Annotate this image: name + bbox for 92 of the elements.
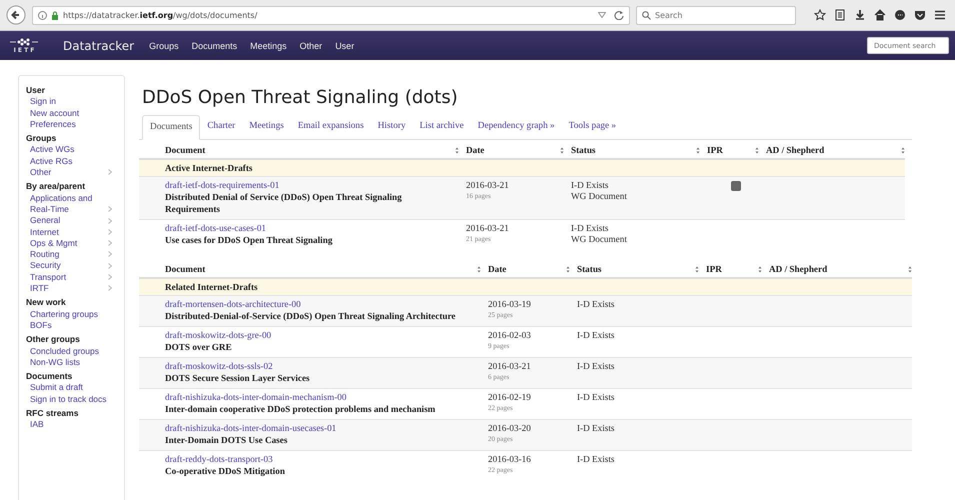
status-text: I-D Exists bbox=[571, 180, 610, 191]
sidebar-link[interactable]: New account bbox=[30, 108, 112, 119]
column-header[interactable]: Status bbox=[571, 145, 596, 155]
nav-link[interactable]: Other bbox=[300, 40, 322, 50]
draft-link[interactable]: draft-nishizuka-dots-inter-domain-mechanism-00 bbox=[165, 392, 477, 403]
sidebar-link[interactable]: General bbox=[30, 215, 108, 227]
date-text: 2016-03-21 bbox=[466, 223, 510, 234]
tab[interactable]: Charter bbox=[200, 115, 242, 139]
column-header[interactable]: IPR bbox=[706, 264, 722, 274]
draft-title: DOTS over GRE bbox=[165, 341, 233, 353]
sidebar-heading: User bbox=[26, 85, 46, 96]
column-header[interactable]: AD / Shepherd bbox=[769, 264, 828, 274]
draft-title: Inter-domain cooperative DDoS protection problems and mechanism bbox=[165, 403, 436, 415]
sidebar-link[interactable]: Routing bbox=[30, 249, 108, 260]
column-header[interactable]: IPR bbox=[707, 145, 723, 155]
draft-title: DOTS Secure Session Layer Services bbox=[165, 372, 311, 384]
tab[interactable]: List archive bbox=[412, 115, 471, 139]
date-text: 2016-03-20 bbox=[488, 423, 532, 434]
draft-title: Use cases for DDoS Open Threat Signaling bbox=[165, 234, 334, 246]
sidebar-link[interactable]: Transport bbox=[30, 272, 108, 284]
tab[interactable]: Email expansions bbox=[290, 115, 371, 139]
draft-title: Distributed Denial of Service (DDoS) Open Threat Signaling Requirements bbox=[165, 191, 403, 215]
date-text: 2016-02-03 bbox=[488, 330, 532, 341]
column-header[interactable]: Document bbox=[165, 145, 206, 155]
brand-link[interactable]: Datatracker bbox=[63, 38, 134, 52]
sidebar-heading: RFC streams bbox=[26, 408, 80, 420]
draft-link[interactable]: draft-mortensen-dots-architecture-00 bbox=[165, 299, 477, 310]
column-header[interactable]: Status bbox=[577, 264, 602, 274]
draft-link[interactable]: draft-nishizuka-dots-inter-domain-usecases-01 bbox=[165, 423, 477, 434]
sidebar-link[interactable]: Other bbox=[30, 167, 108, 178]
status-text: WG Document bbox=[571, 191, 628, 202]
status-text: I-D Exists bbox=[577, 299, 616, 310]
sidebar-link[interactable]: Ops & Mgmt bbox=[30, 238, 108, 250]
sidebar-heading: Groups bbox=[26, 133, 58, 144]
sidebar-link[interactable]: Active WGs bbox=[30, 144, 112, 156]
draft-title: Co-operative DDoS Mitigation bbox=[165, 465, 286, 477]
sidebar-link[interactable]: Active RGs bbox=[30, 156, 112, 168]
tab[interactable]: Documents bbox=[142, 115, 200, 140]
column-header[interactable]: Document bbox=[165, 264, 206, 274]
date-text: 2016-03-21 bbox=[466, 180, 510, 191]
sidebar-heading: By area/parent bbox=[26, 181, 86, 193]
date-text: 2016-02-19 bbox=[488, 392, 532, 403]
nav-link[interactable]: User bbox=[335, 40, 354, 50]
nav-link[interactable]: Groups bbox=[149, 40, 179, 50]
draft-link[interactable]: draft-ietf-dots-requirements-01 bbox=[165, 180, 455, 191]
tab[interactable]: History bbox=[370, 115, 413, 139]
date-text: 2016-03-16 bbox=[488, 454, 532, 465]
draft-link[interactable]: draft-reddy-dots-transport-03 bbox=[165, 454, 477, 465]
nav-link[interactable]: Documents bbox=[192, 40, 238, 50]
draft-link[interactable]: draft-moskowitz-dots-gre-00 bbox=[165, 330, 477, 341]
tab[interactable]: Meetings bbox=[242, 115, 291, 139]
sidebar-link[interactable]: IRTF bbox=[30, 283, 108, 294]
date-text: 2016-03-21 bbox=[488, 361, 532, 372]
sidebar-heading: Documents bbox=[26, 371, 74, 382]
status-text: I-D Exists bbox=[571, 223, 610, 234]
sidebar-link[interactable]: Applications and Real-Time bbox=[30, 192, 108, 216]
sidebar-link[interactable]: BOFs bbox=[30, 320, 112, 332]
sidebar-link[interactable]: Concluded groups bbox=[30, 346, 112, 357]
status-text: I-D Exists bbox=[577, 392, 616, 403]
sidebar-heading: Other groups bbox=[26, 334, 81, 346]
status-text: I-D Exists bbox=[577, 361, 616, 372]
date-text: 2016-03-19 bbox=[488, 299, 532, 310]
sidebar-link[interactable]: IAB bbox=[30, 419, 112, 431]
draft-link[interactable]: draft-moskowitz-dots-ssls-02 bbox=[165, 361, 477, 372]
status-text: WG Document bbox=[571, 234, 628, 245]
page-title: DDoS Open Threat Signaling (dots) bbox=[142, 87, 459, 108]
url-text: https://datatracker.ietf.org/wg/dots/documents/ bbox=[63, 10, 258, 20]
address-bar[interactable]: https://datatracker.ietf.org/wg/dots/documents/ bbox=[32, 6, 630, 24]
status-text: I-D Exists bbox=[577, 423, 616, 434]
nav-link[interactable]: Meetings bbox=[250, 40, 287, 50]
search-field[interactable]: Search bbox=[636, 6, 796, 24]
status-text: I-D Exists bbox=[577, 454, 616, 465]
column-header[interactable]: AD / Shepherd bbox=[766, 145, 824, 155]
column-header[interactable]: Date bbox=[466, 145, 484, 155]
tab[interactable]: Tools page » bbox=[562, 115, 624, 139]
draft-title: Inter-Domain DOTS Use Cases bbox=[165, 434, 288, 446]
sidebar-link[interactable]: Preferences bbox=[30, 118, 112, 130]
section-heading: Active Internet-Drafts bbox=[165, 163, 253, 173]
column-header[interactable]: Date bbox=[488, 264, 506, 274]
sidebar-link[interactable]: Submit a draft bbox=[30, 382, 112, 394]
sidebar-link[interactable]: Non-WG lists bbox=[30, 356, 112, 368]
sidebar-link[interactable]: Security bbox=[30, 260, 108, 272]
sidebar-heading: New work bbox=[26, 297, 67, 309]
sidebar-link[interactable]: Internet bbox=[30, 226, 108, 238]
sidebar-link[interactable]: Sign in to track docs bbox=[30, 394, 112, 406]
sidebar-link[interactable]: Sign in bbox=[30, 96, 112, 108]
tab[interactable]: Dependency graph » bbox=[470, 115, 562, 139]
draft-link[interactable]: draft-ietf-dots-use-cases-01 bbox=[165, 223, 455, 234]
draft-title: Distributed-Denial-of-Service (DDoS) Open Threat Signaling Architecture bbox=[165, 310, 456, 322]
status-text: I-D Exists bbox=[577, 330, 616, 341]
sidebar-link[interactable]: Chartering groups bbox=[30, 308, 112, 320]
section-heading: Related Internet-Drafts bbox=[165, 282, 258, 292]
